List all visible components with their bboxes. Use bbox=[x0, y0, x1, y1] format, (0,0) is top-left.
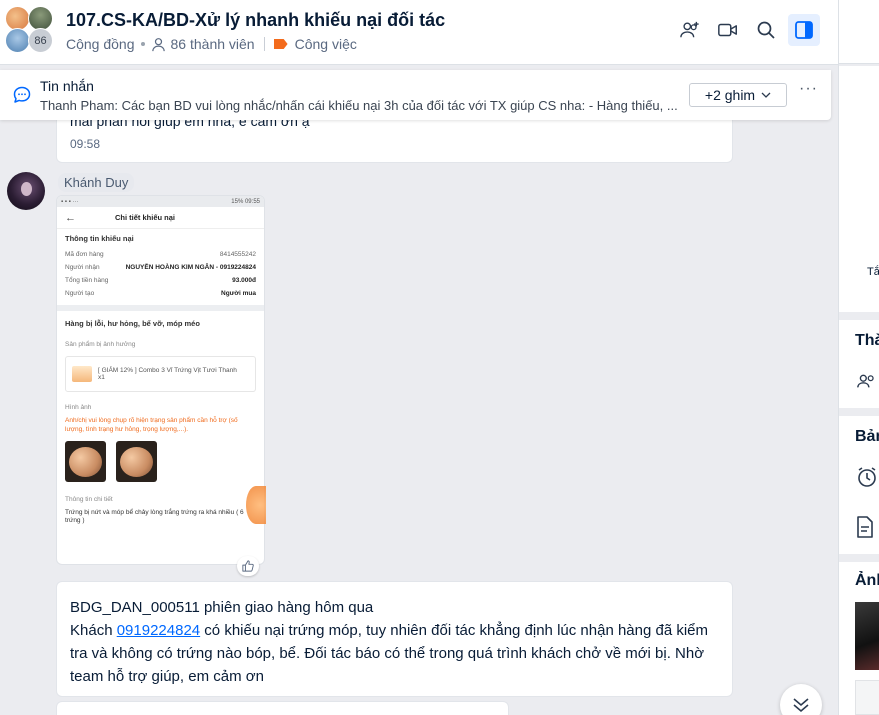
note-document-icon[interactable] bbox=[856, 516, 874, 543]
chat-bubble-icon bbox=[12, 85, 32, 110]
pinned-preview[interactable]: Thanh Pham: Các bạn BD vui lòng nhắc/nhấ… bbox=[40, 98, 680, 113]
message-bubble[interactable] bbox=[56, 701, 509, 715]
floating-assistant-icon bbox=[246, 486, 266, 524]
double-chevron-down-icon bbox=[793, 698, 809, 713]
more-options-icon[interactable]: ··· bbox=[799, 80, 818, 98]
members-count-link[interactable]: 86 thành viên bbox=[171, 36, 255, 52]
phone-topbar: ← Chi tiết khiếu nại bbox=[57, 207, 264, 229]
phone-link[interactable]: 0919224824 bbox=[117, 622, 200, 639]
group-title[interactable]: 107.CS-KA/BD-Xử lý nhanh khiếu nại đối t… bbox=[66, 10, 445, 31]
add-member-icon bbox=[680, 21, 699, 38]
screen-title: Chi tiết khiếu nại bbox=[115, 213, 176, 222]
egg-photo bbox=[116, 440, 157, 482]
panel-action-label[interactable]: Tắ bbox=[867, 266, 879, 278]
images-label: Hình ảnh bbox=[65, 404, 92, 411]
pinned-title: Tin nhắn bbox=[40, 78, 94, 94]
detail-text: Trứng bị nứt và móp bể chảy lòng trắng t… bbox=[65, 508, 244, 525]
conversation-info-panel: Tắ Thà Bản Ảnh bbox=[838, 0, 879, 715]
pinned-message-bar[interactable]: Tin nhắn Thanh Pham: Các bạn BD vui lòng… bbox=[0, 70, 831, 120]
group-tag[interactable]: Công việc bbox=[295, 36, 357, 52]
search-icon bbox=[757, 21, 775, 39]
sender-name[interactable]: Khánh Duy bbox=[58, 173, 135, 192]
section-title[interactable]: Ảnh bbox=[855, 572, 879, 590]
community-label: Cộng đồng bbox=[66, 36, 135, 52]
members-section: Thà bbox=[839, 320, 879, 408]
conversation-info-toggle[interactable] bbox=[788, 14, 820, 46]
message-bubble[interactable]: BDG_DAN_000511 phiên giao hàng hôm qua K… bbox=[56, 581, 733, 697]
media-thumbnail[interactable] bbox=[855, 680, 879, 715]
info-row: Người tạo Người mua bbox=[65, 290, 256, 297]
info-row: Tổng tiền hàng 93.000đ bbox=[65, 277, 256, 284]
tag-icon bbox=[273, 39, 288, 49]
section-title[interactable]: Bản bbox=[855, 428, 879, 446]
group-meta: Cộng đồng 86 thành viên Công việc bbox=[66, 36, 357, 52]
product-card: [ GIẢM 12% ] Combo 3 Vỉ Trứng Vịt Tươi T… bbox=[65, 356, 256, 392]
section-title: Thông tin khiếu nại bbox=[65, 234, 134, 243]
message-line: BDG_DAN_000511 phiên giao hàng hôm qua bbox=[70, 599, 374, 616]
separator bbox=[263, 37, 265, 51]
panel-header bbox=[839, 0, 879, 64]
more-pins-button[interactable]: +2 ghim bbox=[689, 83, 787, 107]
panel-actions: Tắ bbox=[839, 66, 879, 312]
search-button[interactable] bbox=[750, 14, 782, 46]
issue-title: Hàng bị lỗi, hư hỏng, bể vỡ, móp méo bbox=[65, 319, 200, 328]
reminder-clock-icon[interactable] bbox=[856, 466, 878, 493]
group-avatar[interactable]: 86 bbox=[5, 6, 57, 56]
panel-toggle-icon bbox=[795, 21, 813, 39]
images-hint: Anh/chị vui lòng chụp rõ hiện trạng sản … bbox=[65, 417, 238, 433]
more-pins-label: +2 ghim bbox=[704, 87, 756, 103]
board-section: Bản bbox=[839, 416, 879, 554]
like-reaction-button[interactable] bbox=[237, 556, 259, 576]
phone-status-bar: ▪ ▪ ▪ ··· 15% 09:55 bbox=[57, 196, 264, 207]
video-call-button[interactable] bbox=[712, 14, 744, 46]
back-arrow-icon: ← bbox=[65, 211, 76, 224]
info-row: Người nhận NGUYỄN HOÀNG KIM NGÂN - 091922… bbox=[65, 264, 256, 271]
media-thumbnail[interactable] bbox=[855, 602, 879, 670]
separator-dot bbox=[140, 42, 145, 46]
members-icon bbox=[856, 372, 878, 395]
section-title[interactable]: Thà bbox=[855, 332, 879, 350]
video-call-icon bbox=[718, 23, 737, 37]
scroll-to-bottom-button[interactable] bbox=[780, 684, 822, 715]
add-member-button[interactable] bbox=[674, 14, 706, 46]
message-body: Khách 0919224824 có khiếu nại trứng móp,… bbox=[70, 622, 709, 685]
info-row: Mã đơn hàng 8414555242 bbox=[65, 251, 256, 258]
member-avatar bbox=[5, 28, 30, 53]
photo-strip bbox=[57, 437, 264, 486]
image-attachment[interactable]: ▪ ▪ ▪ ··· 15% 09:55 ← Chi tiết khiếu nại… bbox=[56, 195, 265, 565]
product-thumbnail bbox=[72, 366, 92, 382]
chat-header: 86 107.CS-KA/BD-Xử lý nhanh khiếu nại đố… bbox=[0, 0, 838, 65]
egg-photo bbox=[65, 440, 106, 482]
affected-label: Sản phẩm bị ảnh hưởng bbox=[65, 341, 136, 348]
thumbs-up-icon bbox=[242, 560, 254, 572]
sender-avatar[interactable] bbox=[7, 172, 45, 210]
message-time: 09:58 bbox=[70, 137, 101, 151]
detail-label: Thông tin chi tiết bbox=[65, 495, 113, 503]
member-count-badge: 86 bbox=[28, 28, 53, 53]
chevron-down-icon bbox=[761, 92, 771, 98]
person-icon bbox=[151, 37, 171, 52]
